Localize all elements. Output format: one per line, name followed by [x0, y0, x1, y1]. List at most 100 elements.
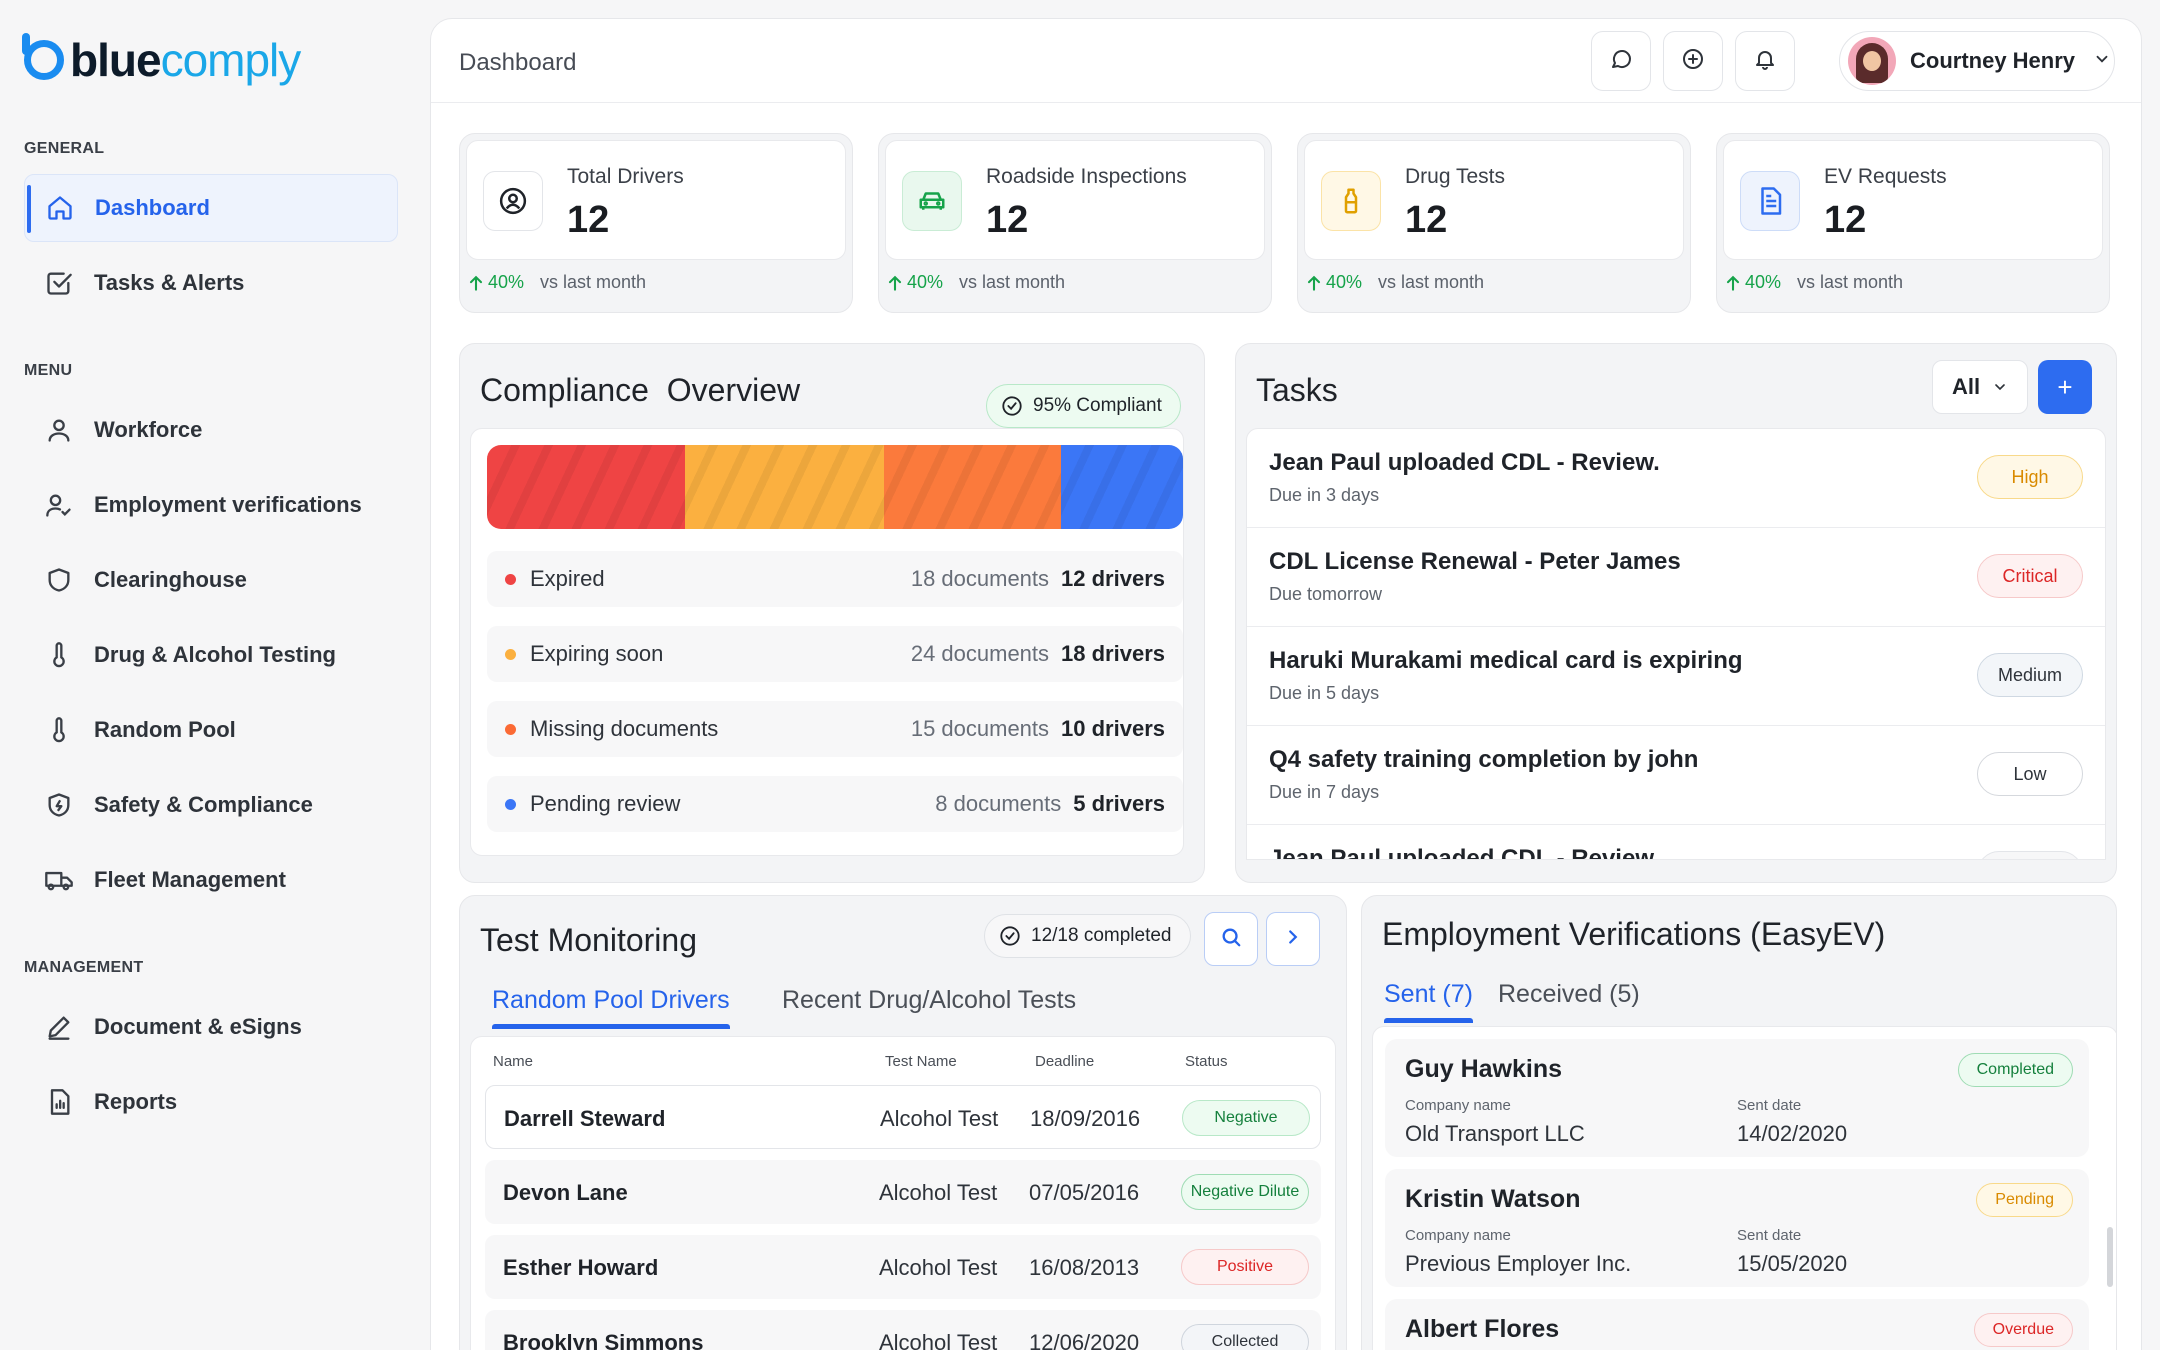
task-row[interactable]: Q4 safety training completion by john Du… [1247, 726, 2105, 825]
stat-title: Drug Tests [1405, 165, 1505, 188]
stat-vs-label: vs last month [1797, 272, 1904, 292]
sidebar-item-label: Tasks & Alerts [94, 270, 245, 295]
compliance-row-missing-documents[interactable]: Missing documents 15 documents 10 driver… [487, 701, 1183, 757]
sidebar-item-label: Fleet Management [94, 867, 286, 892]
user-menu[interactable]: Courtney Henry [1839, 31, 2115, 91]
arrow-up-icon [469, 275, 483, 291]
stat-value: 12 [986, 199, 1029, 241]
sidebar-item-document-esigns[interactable]: Document & eSigns [24, 993, 398, 1061]
tasks-filter-select[interactable]: All [1932, 360, 2028, 414]
task-title: Q4 safety training completion by john [1269, 746, 1699, 773]
sidebar-item-random-pool[interactable]: Random Pool [24, 696, 398, 764]
cell-test: Alcohol Test [879, 1180, 998, 1205]
compliance-bar-segment [883, 445, 1062, 529]
compliance-row-label: Missing documents [530, 716, 719, 741]
column-header: Test Name [885, 1053, 957, 1070]
tab-random-pool-drivers[interactable]: Random Pool Drivers [492, 986, 730, 1029]
stat-value: 12 [1405, 199, 1448, 241]
sidebar-item-employment-verifications[interactable]: Employment verifications [24, 471, 398, 539]
compliance-row-docs: 15 documents [910, 716, 1050, 741]
cell-name: Devon Lane [503, 1180, 628, 1205]
compliance-row-expiring-soon[interactable]: Expiring soon 24 documents 18 drivers [487, 626, 1183, 682]
compliance-row-drivers: 18 drivers [1061, 641, 1165, 666]
report-icon [44, 1087, 74, 1117]
section-label-management: MANAGEMENT [24, 959, 144, 976]
task-row[interactable]: Jean Paul uploaded CDL - Review. Due in … [1247, 429, 2105, 528]
tasks-filter-value: All [1951, 374, 1981, 399]
cell-name: Esther Howard [503, 1255, 659, 1280]
list-item[interactable]: Albert Flores Overdue [1385, 1299, 2089, 1350]
chat-button[interactable] [1591, 31, 1651, 91]
compliance-row-drivers: 5 drivers [1073, 791, 1165, 816]
next-button[interactable] [1266, 912, 1320, 966]
compliance-row-expired[interactable]: Expired 18 documents 12 drivers [487, 551, 1183, 607]
sidebar-item-clearinghouse[interactable]: Clearinghouse [24, 546, 398, 614]
task-due: Due in 7 days [1269, 782, 1380, 802]
user-check-icon [44, 490, 74, 520]
employment-verifications-panel: Employment Verifications (EasyEV) Sent (… [1361, 895, 2117, 1350]
stat-card-drug-tests[interactable]: Drug Tests 12 40% vs last month [1297, 133, 1691, 313]
stat-card-roadside-inspections[interactable]: Roadside Inspections 12 40% vs last mont… [878, 133, 1272, 313]
pen-icon [44, 1012, 74, 1042]
table-row[interactable]: Devon Lane Alcohol Test 07/05/2016 Negat… [485, 1160, 1321, 1224]
priority-badge: Critical [1977, 554, 2083, 598]
stat-vs-label: vs last month [959, 272, 1066, 292]
table-row[interactable]: Brooklyn Simmons Alcohol Test 12/06/2020… [485, 1310, 1321, 1350]
stat-card-ev-requests[interactable]: EV Requests 12 40% vs last month [1716, 133, 2110, 313]
stat-change: 40% [907, 272, 944, 292]
sidebar-item-dashboard[interactable]: Dashboard [24, 174, 398, 242]
compliance-row-pending-review[interactable]: Pending review 8 documents 5 drivers [487, 776, 1183, 832]
table-row[interactable]: Darrell Steward Alcohol Test 18/09/2016 … [485, 1085, 1321, 1149]
sidebar-item-fleet-management[interactable]: Fleet Management [24, 846, 398, 914]
add-button[interactable] [1663, 31, 1723, 91]
bluecomply-logo[interactable]: bluecomply [22, 32, 301, 88]
stat-card-total-drivers[interactable]: Total Drivers 12 40% vs last month [459, 133, 853, 313]
stat-vs-label: vs last month [540, 272, 647, 292]
table-row[interactable]: Esther Howard Alcohol Test 16/08/2013 Po… [485, 1235, 1321, 1299]
task-row[interactable]: Jean Paul uploaded CDL - Review. [1247, 825, 2105, 859]
bottle-icon [1321, 171, 1381, 231]
tab-received[interactable]: Received (5) [1498, 980, 1640, 1023]
sidebar-item-tasks-alerts[interactable]: Tasks & Alerts [24, 249, 398, 317]
page-title: Dashboard [459, 49, 577, 76]
stat-title: Total Drivers [567, 165, 684, 188]
sidebar-item-workforce[interactable]: Workforce [24, 396, 398, 464]
compliance-row-label: Pending review [530, 791, 681, 816]
scrollbar[interactable] [2107, 1227, 2113, 1287]
sidebar-item-label: Workforce [94, 417, 203, 442]
tab-sent[interactable]: Sent (7) [1384, 980, 1473, 1023]
tasks-panel: Tasks All + Jean Paul uploaded CDL - Rev… [1235, 343, 2117, 883]
test-monitoring-table: Name Test Name Deadline Status Darrell S… [470, 1036, 1336, 1350]
sent-date-label: Sent date [1737, 1097, 1802, 1114]
stat-title: Roadside Inspections [986, 165, 1187, 188]
arrow-up-icon [1726, 275, 1740, 291]
task-row[interactable]: Haruki Murakami medical card is expiring… [1247, 627, 2105, 726]
sidebar-item-label: Clearinghouse [94, 567, 247, 592]
cell-deadline: 07/05/2016 [1029, 1180, 1140, 1205]
sidebar-item-label: Document & eSigns [94, 1014, 302, 1039]
status-dot [505, 648, 516, 660]
tab-recent-drug-alcohol-tests[interactable]: Recent Drug/Alcohol Tests [782, 986, 1076, 1029]
list-item[interactable]: Guy Hawkins Company name Sent date Old T… [1385, 1039, 2089, 1157]
company-label: Company name [1405, 1097, 1511, 1114]
compliance-title: Compliance Overview [480, 372, 801, 408]
shield-icon [44, 565, 74, 595]
status-badge: Pending [1976, 1183, 2073, 1217]
sidebar-item-reports[interactable]: Reports [24, 1068, 398, 1136]
check-circle-icon [1002, 396, 1022, 416]
sidebar-item-safety-compliance[interactable]: Safety & Compliance [24, 771, 398, 839]
list-item[interactable]: Kristin Watson Company name Sent date Pr… [1385, 1169, 2089, 1287]
sidebar-item-drug-alcohol-testing[interactable]: Drug & Alcohol Testing [24, 621, 398, 689]
task-row[interactable]: CDL License Renewal - Peter James Due to… [1247, 528, 2105, 627]
ev-name: Guy Hawkins [1405, 1055, 1562, 1083]
add-task-button[interactable]: + [2038, 360, 2092, 414]
chat-icon [1609, 47, 1633, 76]
task-due: Due in 5 days [1269, 683, 1380, 703]
document-icon [1740, 171, 1800, 231]
notifications-button[interactable] [1735, 31, 1795, 91]
priority-badge: High [1977, 455, 2083, 499]
status-badge: Negative [1182, 1100, 1310, 1136]
compliance-row-label: Expiring soon [530, 641, 664, 666]
employment-verifications-list: Guy Hawkins Company name Sent date Old T… [1372, 1026, 2116, 1350]
search-button[interactable] [1204, 912, 1258, 966]
